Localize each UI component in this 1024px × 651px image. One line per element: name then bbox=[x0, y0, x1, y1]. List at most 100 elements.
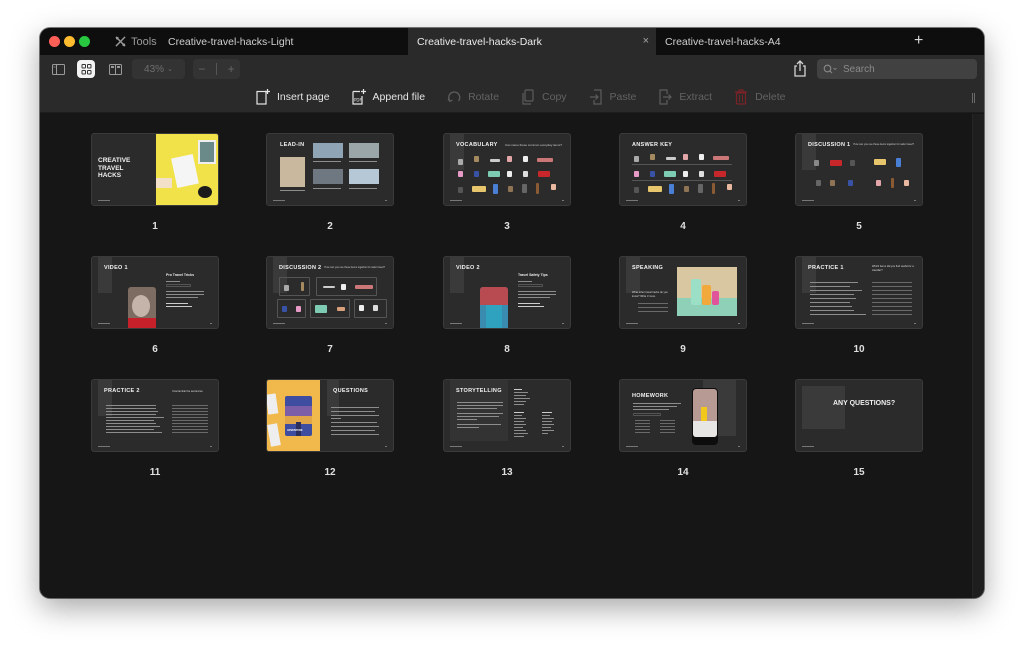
page-thumbnail-4[interactable]: ANSWER KEY 4 bbox=[619, 133, 747, 232]
insert-page-button[interactable]: Insert page bbox=[256, 89, 330, 105]
zoom-in-button[interactable]: + bbox=[228, 62, 235, 76]
share-icon bbox=[794, 60, 806, 77]
cover-photo bbox=[156, 134, 218, 205]
page-number: 4 bbox=[680, 221, 686, 232]
slide-subtitle: Pro Travel Tricks bbox=[166, 273, 195, 277]
page-thumbnail-14[interactable]: HOMEWORK 14 bbox=[619, 379, 747, 478]
page-number: 9 bbox=[680, 344, 686, 355]
page-thumbnail-12[interactable]: ADVENTURE QUESTIONS 12 bbox=[266, 379, 394, 478]
search-input[interactable] bbox=[843, 63, 963, 75]
slide-title: SPEAKING bbox=[632, 265, 664, 271]
page-number: 14 bbox=[677, 467, 689, 478]
page-number: 12 bbox=[324, 467, 336, 478]
minimize-window-button[interactable] bbox=[64, 36, 75, 47]
slide-subtitle: Can name these common everyday items? bbox=[504, 143, 562, 147]
grid-icon bbox=[81, 63, 91, 74]
extract-button[interactable]: Extract bbox=[658, 89, 712, 105]
page-thumbnail-11[interactable]: PRACTICE 2 Unscramble the sentences 11 bbox=[91, 379, 219, 478]
tools-button[interactable]: Tools bbox=[115, 28, 157, 55]
page-preview[interactable]: ANY QUESTIONS? bbox=[795, 379, 923, 452]
extract-label: Extract bbox=[679, 91, 713, 103]
svg-text:PDF: PDF bbox=[354, 98, 362, 103]
slide-title: PRACTICE 2 bbox=[104, 388, 140, 394]
append-pdf-icon: PDF bbox=[351, 89, 366, 105]
page-preview[interactable]: VOCABULARY Can name these common everyda… bbox=[443, 133, 571, 206]
page-preview[interactable]: PRACTICE 1 Which items did you find usef… bbox=[795, 256, 923, 329]
two-page-view-button[interactable] bbox=[106, 60, 124, 78]
sidebar-view-button[interactable] bbox=[49, 60, 67, 78]
page-thumbnail-3[interactable]: VOCABULARY Can name these common everyda… bbox=[443, 133, 571, 232]
two-page-icon bbox=[108, 63, 122, 75]
zoom-level-value: 43% bbox=[144, 63, 165, 75]
slide-title: DISCUSSION 1 bbox=[808, 142, 851, 148]
page-thumbnail-15[interactable]: ANY QUESTIONS? 15 bbox=[795, 379, 923, 478]
page-number: 6 bbox=[152, 344, 158, 355]
page-preview[interactable]: SPEAKING What other travel hacks do you … bbox=[619, 256, 747, 329]
slide-subtitle: Unscramble the sentences bbox=[172, 390, 203, 393]
zoom-level-dropdown[interactable]: 43% ⌄ bbox=[132, 59, 185, 79]
page-preview[interactable]: PRACTICE 2 Unscramble the sentences bbox=[91, 379, 219, 452]
grid-view-button[interactable] bbox=[77, 60, 95, 78]
page-number: 1 bbox=[152, 221, 158, 232]
search-field[interactable] bbox=[817, 59, 977, 79]
page-thumbnail-2[interactable]: LEAD-IN 2 bbox=[266, 133, 394, 232]
page-preview[interactable]: LEAD-IN bbox=[266, 133, 394, 206]
slide-title: VIDEO 1 bbox=[104, 265, 128, 271]
page-preview[interactable]: DISCUSSION 2 How can you use these items… bbox=[266, 256, 394, 329]
tab-label: Creative-travel-hacks-Dark bbox=[417, 35, 542, 48]
page-thumbnail-6[interactable]: VIDEO 1 Pro Travel Tricks 6 bbox=[91, 256, 219, 355]
page-number: 3 bbox=[504, 221, 510, 232]
page-preview[interactable]: STORYTELLING bbox=[443, 379, 571, 452]
page-number: 13 bbox=[501, 467, 513, 478]
page-number: 10 bbox=[853, 344, 865, 355]
page-number: 2 bbox=[327, 221, 333, 232]
page-preview[interactable]: ADVENTURE QUESTIONS bbox=[266, 379, 394, 452]
page-thumbnail-13[interactable]: STORYTELLING 13 bbox=[443, 379, 571, 478]
paste-label: Paste bbox=[609, 91, 637, 103]
tab-creative-travel-hacks-a4[interactable]: Creative-travel-hacks-A4 bbox=[665, 28, 781, 55]
page-thumbnail-8[interactable]: VIDEO 2 Travel Safety Tips 8 bbox=[443, 256, 571, 355]
slide-title: PRACTICE 1 bbox=[808, 265, 844, 271]
zoom-window-button[interactable] bbox=[79, 36, 90, 47]
page-preview[interactable]: VIDEO 2 Travel Safety Tips bbox=[443, 256, 571, 329]
search-icon bbox=[823, 64, 837, 74]
share-button[interactable] bbox=[792, 60, 808, 78]
page-thumbnail-1[interactable]: CREATIVE TRAVEL HACKS 1 bbox=[91, 133, 219, 232]
slide-title: HOMEWORK bbox=[632, 393, 669, 399]
delete-label: Delete bbox=[755, 91, 786, 103]
panel-resize-handle[interactable] bbox=[972, 93, 975, 103]
new-tab-button[interactable]: + bbox=[914, 32, 923, 50]
slide-title: CREATIVE TRAVEL HACKS bbox=[98, 157, 131, 179]
page-preview[interactable]: DISCUSSION 1 How can you use these items… bbox=[795, 133, 923, 206]
slide-subtitle: Travel Safety Tips bbox=[518, 273, 548, 277]
vertical-scrollbar[interactable] bbox=[972, 114, 984, 598]
page-preview[interactable]: CREATIVE TRAVEL HACKS bbox=[91, 133, 219, 206]
page-thumbnail-10[interactable]: PRACTICE 1 Which items did you find usef… bbox=[795, 256, 923, 355]
page-thumbnail-7[interactable]: DISCUSSION 2 How can you use these items… bbox=[266, 256, 394, 355]
paste-button[interactable]: Paste bbox=[589, 89, 637, 105]
page-number: 11 bbox=[149, 467, 161, 478]
page-preview[interactable]: VIDEO 1 Pro Travel Tricks bbox=[91, 256, 219, 329]
append-file-button[interactable]: PDF Append file bbox=[351, 89, 425, 105]
trash-icon bbox=[735, 89, 748, 105]
close-tab-icon[interactable]: × bbox=[643, 35, 649, 47]
page-thumbnail-9[interactable]: SPEAKING What other travel hacks do you … bbox=[619, 256, 747, 355]
slide-title: VOCABULARY bbox=[456, 142, 498, 148]
rotate-button[interactable]: Rotate bbox=[447, 89, 499, 105]
copy-button[interactable]: Copy bbox=[521, 89, 567, 105]
close-window-button[interactable] bbox=[49, 36, 60, 47]
tab-creative-travel-hacks-dark[interactable]: Creative-travel-hacks-Dark × bbox=[408, 28, 656, 55]
page-thumbnail-5[interactable]: DISCUSSION 1 How can you use these items… bbox=[795, 133, 923, 232]
page-preview[interactable]: ANSWER KEY bbox=[619, 133, 747, 206]
zoom-out-button[interactable]: − bbox=[198, 62, 205, 76]
tools-icon bbox=[115, 36, 126, 47]
delete-button[interactable]: Delete bbox=[734, 89, 785, 105]
cover-photo: ADVENTURE bbox=[267, 380, 320, 451]
insert-page-label: Insert page bbox=[277, 91, 330, 103]
page-number: 7 bbox=[327, 344, 333, 355]
app-window: Tools Creative-travel-hacks-Light Creati… bbox=[40, 28, 984, 598]
page-actions: Insert page PDF Append file Rotate Copy … bbox=[256, 88, 807, 106]
page-preview[interactable]: HOMEWORK bbox=[619, 379, 747, 452]
extract-icon bbox=[659, 89, 673, 105]
tab-creative-travel-hacks-light[interactable]: Creative-travel-hacks-Light bbox=[168, 28, 293, 55]
